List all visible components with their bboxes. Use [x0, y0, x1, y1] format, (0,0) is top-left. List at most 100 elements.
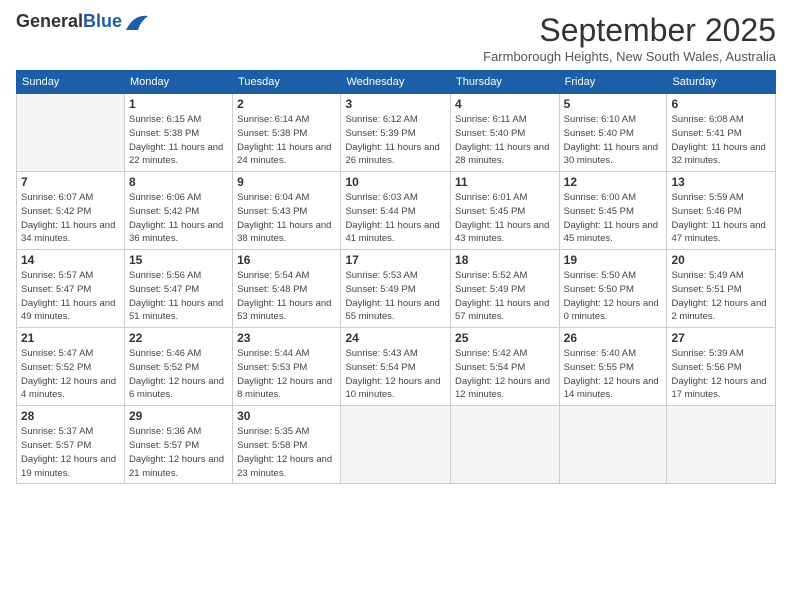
day-number: 5 [564, 97, 663, 111]
day-info: Sunrise: 5:46 AM Sunset: 5:52 PM Dayligh… [129, 347, 228, 402]
day-info: Sunrise: 6:00 AM Sunset: 5:45 PM Dayligh… [564, 191, 663, 246]
day-number: 11 [455, 175, 555, 189]
day-number: 13 [671, 175, 771, 189]
header-friday: Friday [559, 71, 667, 94]
day-number: 23 [237, 331, 336, 345]
logo-blue: Blue [83, 11, 122, 31]
header-tuesday: Tuesday [233, 71, 341, 94]
day-info: Sunrise: 5:39 AM Sunset: 5:56 PM Dayligh… [671, 347, 771, 402]
day-number: 27 [671, 331, 771, 345]
table-row: 26 Sunrise: 5:40 AM Sunset: 5:55 PM Dayli… [559, 328, 667, 406]
table-row: 21 Sunrise: 5:47 AM Sunset: 5:52 PM Dayli… [17, 328, 125, 406]
table-row: 15 Sunrise: 5:56 AM Sunset: 5:47 PM Dayli… [124, 250, 232, 328]
day-number: 14 [21, 253, 120, 267]
header-sunday: Sunday [17, 71, 125, 94]
calendar-week-row: 1Sunrise: 6:15 AM Sunset: 5:38 PM Daylig… [17, 94, 776, 172]
table-row: 16 Sunrise: 5:54 AM Sunset: 5:48 PM Dayli… [233, 250, 341, 328]
day-info: Sunrise: 5:52 AM Sunset: 5:49 PM Dayligh… [455, 269, 555, 324]
calendar-header-row: Sunday Monday Tuesday Wednesday Thursday… [17, 71, 776, 94]
table-row: 30Sunrise: 5:35 AM Sunset: 5:58 PM Dayli… [233, 406, 341, 484]
day-number: 7 [21, 175, 120, 189]
table-row: 2Sunrise: 6:14 AM Sunset: 5:38 PM Daylig… [233, 94, 341, 172]
day-number: 9 [237, 175, 336, 189]
day-info: Sunrise: 6:10 AM Sunset: 5:40 PM Dayligh… [564, 113, 663, 168]
table-row: 29Sunrise: 5:36 AM Sunset: 5:57 PM Dayli… [124, 406, 232, 484]
logo-wing-icon [124, 12, 150, 32]
day-info: Sunrise: 5:37 AM Sunset: 5:57 PM Dayligh… [21, 425, 120, 480]
day-info: Sunrise: 5:54 AM Sunset: 5:48 PM Dayligh… [237, 269, 336, 324]
table-row: 17Sunrise: 5:53 AM Sunset: 5:49 PM Dayli… [341, 250, 451, 328]
table-row: 11 Sunrise: 6:01 AM Sunset: 5:45 PM Dayli… [451, 172, 560, 250]
table-row: 23 Sunrise: 5:44 AM Sunset: 5:53 PM Dayli… [233, 328, 341, 406]
day-number: 18 [455, 253, 555, 267]
day-info: Sunrise: 5:47 AM Sunset: 5:52 PM Dayligh… [21, 347, 120, 402]
day-number: 8 [129, 175, 228, 189]
day-info: Sunrise: 6:15 AM Sunset: 5:38 PM Dayligh… [129, 113, 228, 168]
day-number: 6 [671, 97, 771, 111]
table-row [559, 406, 667, 484]
calendar-table: Sunday Monday Tuesday Wednesday Thursday… [16, 70, 776, 484]
table-row [451, 406, 560, 484]
day-info: Sunrise: 5:44 AM Sunset: 5:53 PM Dayligh… [237, 347, 336, 402]
calendar-week-row: 7 Sunrise: 6:07 AM Sunset: 5:42 PM Daylig… [17, 172, 776, 250]
day-number: 19 [564, 253, 663, 267]
subtitle: Farmborough Heights, New South Wales, Au… [483, 49, 776, 64]
table-row: 19Sunrise: 5:50 AM Sunset: 5:50 PM Dayli… [559, 250, 667, 328]
day-info: Sunrise: 5:40 AM Sunset: 5:55 PM Dayligh… [564, 347, 663, 402]
table-row [341, 406, 451, 484]
day-info: Sunrise: 5:49 AM Sunset: 5:51 PM Dayligh… [671, 269, 771, 324]
day-info: Sunrise: 5:56 AM Sunset: 5:47 PM Dayligh… [129, 269, 228, 324]
day-info: Sunrise: 6:04 AM Sunset: 5:43 PM Dayligh… [237, 191, 336, 246]
header: GeneralBlue September 2025 Farmborough H… [16, 12, 776, 64]
day-number: 21 [21, 331, 120, 345]
day-number: 29 [129, 409, 228, 423]
table-row: 20 Sunrise: 5:49 AM Sunset: 5:51 PM Dayli… [667, 250, 776, 328]
table-row: 14 Sunrise: 5:57 AM Sunset: 5:47 PM Dayli… [17, 250, 125, 328]
table-row: 25 Sunrise: 5:42 AM Sunset: 5:54 PM Dayli… [451, 328, 560, 406]
page: GeneralBlue September 2025 Farmborough H… [0, 0, 792, 494]
table-row: 10Sunrise: 6:03 AM Sunset: 5:44 PM Dayli… [341, 172, 451, 250]
header-thursday: Thursday [451, 71, 560, 94]
day-number: 15 [129, 253, 228, 267]
calendar-week-row: 21 Sunrise: 5:47 AM Sunset: 5:52 PM Dayli… [17, 328, 776, 406]
day-info: Sunrise: 5:43 AM Sunset: 5:54 PM Dayligh… [345, 347, 446, 402]
table-row: 1Sunrise: 6:15 AM Sunset: 5:38 PM Daylig… [124, 94, 232, 172]
logo: GeneralBlue [16, 12, 150, 32]
day-number: 12 [564, 175, 663, 189]
header-wednesday: Wednesday [341, 71, 451, 94]
day-number: 24 [345, 331, 446, 345]
month-title: September 2025 [483, 12, 776, 49]
day-info: Sunrise: 5:57 AM Sunset: 5:47 PM Dayligh… [21, 269, 120, 324]
table-row: 28Sunrise: 5:37 AM Sunset: 5:57 PM Dayli… [17, 406, 125, 484]
day-info: Sunrise: 6:01 AM Sunset: 5:45 PM Dayligh… [455, 191, 555, 246]
header-saturday: Saturday [667, 71, 776, 94]
calendar-week-row: 14 Sunrise: 5:57 AM Sunset: 5:47 PM Dayli… [17, 250, 776, 328]
day-info: Sunrise: 6:12 AM Sunset: 5:39 PM Dayligh… [345, 113, 446, 168]
table-row: 4 Sunrise: 6:11 AM Sunset: 5:40 PM Daylig… [451, 94, 560, 172]
day-info: Sunrise: 6:11 AM Sunset: 5:40 PM Dayligh… [455, 113, 555, 168]
header-monday: Monday [124, 71, 232, 94]
logo-general: General [16, 11, 83, 31]
table-row: 12 Sunrise: 6:00 AM Sunset: 5:45 PM Dayli… [559, 172, 667, 250]
title-block: September 2025 Farmborough Heights, New … [483, 12, 776, 64]
day-info: Sunrise: 5:35 AM Sunset: 5:58 PM Dayligh… [237, 425, 336, 480]
day-number: 20 [671, 253, 771, 267]
day-number: 10 [345, 175, 446, 189]
day-number: 17 [345, 253, 446, 267]
day-info: Sunrise: 6:08 AM Sunset: 5:41 PM Dayligh… [671, 113, 771, 168]
day-info: Sunrise: 6:06 AM Sunset: 5:42 PM Dayligh… [129, 191, 228, 246]
table-row: 5 Sunrise: 6:10 AM Sunset: 5:40 PM Daylig… [559, 94, 667, 172]
table-row: 8 Sunrise: 6:06 AM Sunset: 5:42 PM Daylig… [124, 172, 232, 250]
day-number: 26 [564, 331, 663, 345]
table-row [17, 94, 125, 172]
table-row: 18 Sunrise: 5:52 AM Sunset: 5:49 PM Dayli… [451, 250, 560, 328]
day-number: 4 [455, 97, 555, 111]
day-number: 16 [237, 253, 336, 267]
table-row: 27 Sunrise: 5:39 AM Sunset: 5:56 PM Dayli… [667, 328, 776, 406]
table-row: 22Sunrise: 5:46 AM Sunset: 5:52 PM Dayli… [124, 328, 232, 406]
table-row: 9 Sunrise: 6:04 AM Sunset: 5:43 PM Daylig… [233, 172, 341, 250]
day-info: Sunrise: 6:07 AM Sunset: 5:42 PM Dayligh… [21, 191, 120, 246]
day-info: Sunrise: 5:42 AM Sunset: 5:54 PM Dayligh… [455, 347, 555, 402]
day-number: 2 [237, 97, 336, 111]
day-number: 25 [455, 331, 555, 345]
